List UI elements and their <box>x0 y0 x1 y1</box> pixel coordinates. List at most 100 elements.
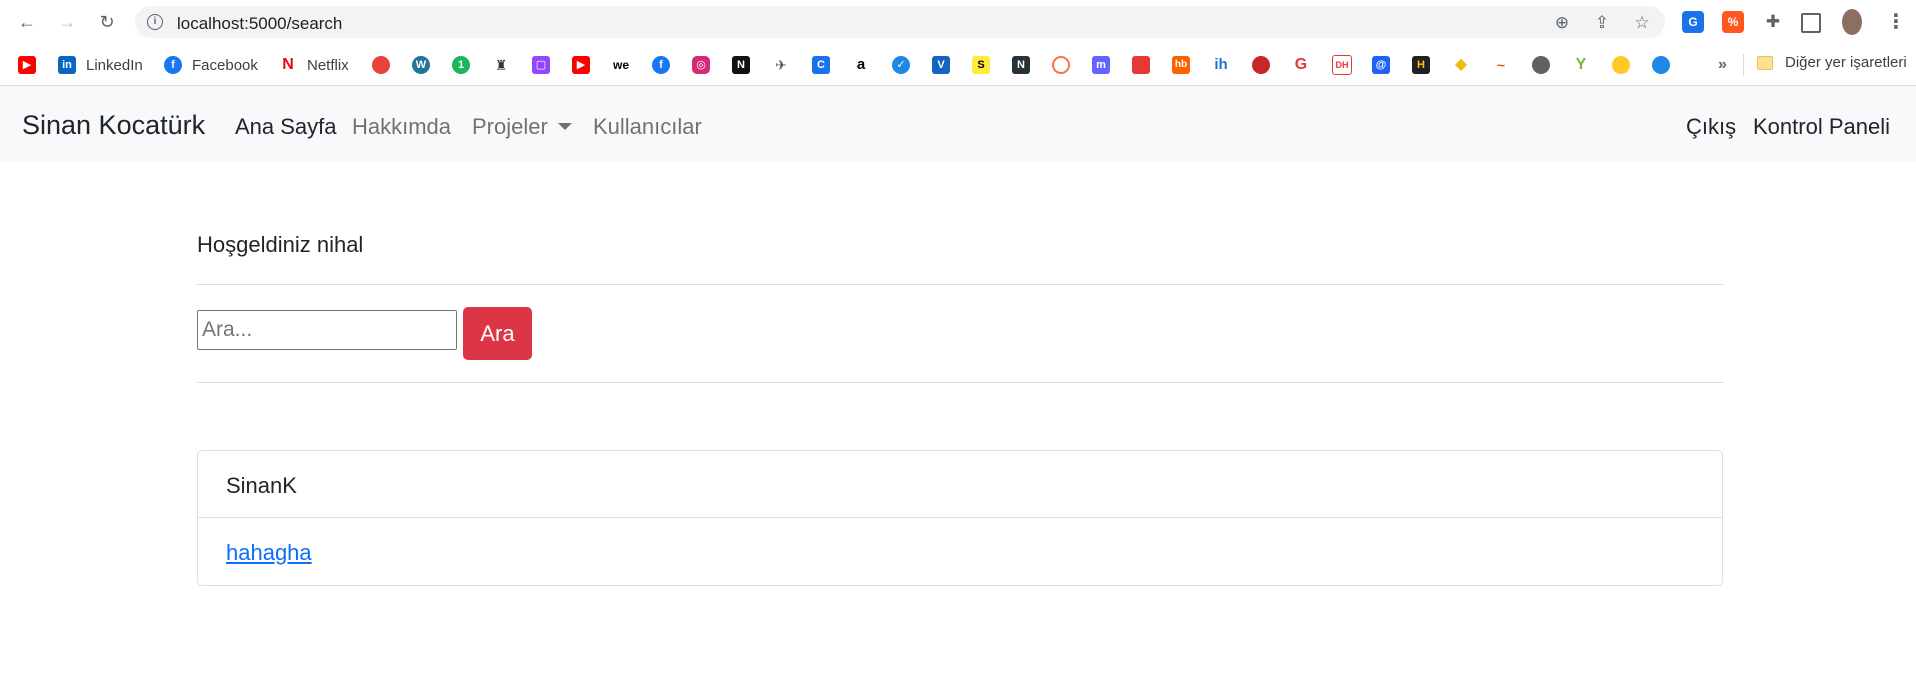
nav-projects-label: Projeler <box>472 114 548 139</box>
zoom-icon[interactable]: ⊕ <box>1551 12 1573 34</box>
notion-icon: N <box>732 56 750 74</box>
bookmark-item[interactable]: C <box>812 54 830 76</box>
amazon-icon: a <box>852 56 870 74</box>
messenger-icon: @ <box>1372 56 1390 74</box>
bookmark-netflix[interactable]: N Netflix <box>279 54 349 76</box>
bookmark-item[interactable]: 1 <box>452 54 470 76</box>
site-info-icon[interactable]: i <box>147 14 163 30</box>
c-icon: C <box>812 56 830 74</box>
bookmark-item[interactable] <box>372 54 390 76</box>
address-url[interactable]: localhost:5000/search <box>177 14 342 34</box>
folder-icon <box>1757 55 1773 70</box>
result-username: SinanK <box>226 473 297 498</box>
bookmark-item[interactable] <box>1612 54 1630 76</box>
bookmark-item[interactable]: W <box>412 54 430 76</box>
nt-icon: N <box>1012 56 1030 74</box>
extension-2-icon[interactable]: % <box>1722 11 1744 33</box>
forward-arrow-icon[interactable]: → <box>53 8 81 36</box>
castle-icon: ♜ <box>492 56 510 74</box>
divider <box>197 382 1724 383</box>
extensions-puzzle-icon[interactable]: ✚ <box>1762 11 1784 33</box>
bookmark-label: Netflix <box>307 56 349 74</box>
reload-icon[interactable]: ↻ <box>93 8 121 36</box>
share-icon[interactable]: ⇪ <box>1591 12 1613 34</box>
divider <box>197 284 1724 285</box>
binance-icon: ◆ <box>1452 56 1470 74</box>
bookmark-item[interactable]: ✈ <box>772 54 790 76</box>
bookmark-item[interactable] <box>1052 54 1070 76</box>
bookmark-item[interactable]: ▢ <box>532 54 550 76</box>
bookmark-item[interactable]: ◎ <box>692 54 710 76</box>
bookmark-item[interactable]: ✓ <box>892 54 910 76</box>
hb-icon: hb <box>1172 56 1190 74</box>
bookmark-item[interactable]: m <box>1092 54 1110 76</box>
bookmark-item[interactable]: G <box>1292 54 1310 76</box>
bookmark-item[interactable]: V <box>932 54 950 76</box>
bookmark-item[interactable]: S <box>972 54 990 76</box>
bookmark-item[interactable]: N <box>732 54 750 76</box>
search-input[interactable] <box>197 310 457 350</box>
bookmark-item[interactable] <box>1652 54 1670 76</box>
other-bookmarks-folder[interactable]: Diğer yer işaretleri <box>1757 54 1907 71</box>
nav-projects-dropdown[interactable]: Projeler <box>472 114 572 140</box>
search-button[interactable]: Ara <box>463 307 532 360</box>
address-bar[interactable]: i localhost:5000/search ⊕ ⇪ ☆ <box>135 6 1665 38</box>
bookmark-item[interactable]: ◆ <box>1452 54 1470 76</box>
welcome-message: Hoşgeldiniz nihal <box>197 232 364 257</box>
bookmark-item[interactable] <box>1252 54 1270 76</box>
shield-logo-icon: H <box>1412 56 1430 74</box>
v-icon: V <box>932 56 950 74</box>
youtube-icon: ▶ <box>18 56 36 74</box>
youtube-icon: ▶ <box>572 56 590 74</box>
bookmark-item[interactable] <box>1532 54 1550 76</box>
s-icon: S <box>972 56 990 74</box>
bookmark-facebook[interactable]: f Facebook <box>164 54 258 76</box>
nav-dashboard[interactable]: Kontrol Paneli <box>1753 114 1890 140</box>
arrow-logo-icon: ~ <box>1492 56 1510 74</box>
wordpress-icon: W <box>412 56 430 74</box>
globe-icon <box>1532 56 1550 74</box>
we-icon: we <box>612 56 630 74</box>
bookmark-item[interactable]: f <box>652 54 670 76</box>
card-header: SinanK <box>198 451 1722 518</box>
back-arrow-icon[interactable]: ← <box>13 8 41 36</box>
extension-1-icon[interactable]: G <box>1682 11 1704 33</box>
nav-about[interactable]: Hakkımda <box>352 114 451 140</box>
bookmark-item[interactable]: we <box>612 54 630 76</box>
bookmark-item[interactable]: N <box>1012 54 1030 76</box>
mastodon-icon: m <box>1092 56 1110 74</box>
browser-menu-icon[interactable]: ⋮ <box>1886 10 1906 34</box>
bookmark-item[interactable]: ih <box>1212 54 1230 76</box>
caret-down-icon <box>557 122 572 130</box>
bookmark-item[interactable]: ~ <box>1492 54 1510 76</box>
nav-users[interactable]: Kullanıcılar <box>593 114 702 140</box>
other-bookmarks-label: Diğer yer işaretleri <box>1785 54 1907 71</box>
nav-home[interactable]: Ana Sayfa <box>235 114 337 140</box>
result-card: SinanK hahagha <box>197 450 1723 586</box>
nav-logout[interactable]: Çıkış <box>1686 114 1736 140</box>
bookmark-linkedin[interactable]: in LinkedIn <box>58 54 143 76</box>
circle-icon <box>1052 56 1070 74</box>
bookmark-item[interactable]: Y <box>1572 54 1590 76</box>
bookmark-item[interactable]: ▶ <box>572 54 590 76</box>
side-panel-icon[interactable] <box>1801 13 1821 33</box>
result-link[interactable]: hahagha <box>226 540 312 566</box>
profile-avatar-icon[interactable] <box>1842 9 1862 35</box>
bookmark-item[interactable]: ♜ <box>492 54 510 76</box>
bookmark-star-icon[interactable]: ☆ <box>1631 12 1653 34</box>
bookmarks-bar: ▶ in LinkedIn f Facebook N Netflix W 1 ♜… <box>0 44 1916 86</box>
bookmarks-divider <box>1743 54 1744 76</box>
ladybug-icon <box>1252 56 1270 74</box>
bookmark-youtube[interactable]: ▶ <box>18 54 36 76</box>
bookmark-item[interactable]: a <box>852 54 870 76</box>
bookmark-item[interactable]: DH <box>1332 54 1352 76</box>
more-bookmarks-icon[interactable]: » <box>1718 56 1727 74</box>
bookmark-item[interactable]: @ <box>1372 54 1390 76</box>
yellow-circle-icon <box>1612 56 1630 74</box>
ih-icon: ih <box>1212 56 1230 74</box>
navbar-brand[interactable]: Sinan Kocatürk <box>22 110 205 141</box>
bookmark-item[interactable] <box>1132 54 1150 76</box>
blue-circle-icon <box>1652 56 1670 74</box>
bookmark-item[interactable]: H <box>1412 54 1430 76</box>
bookmark-item[interactable]: hb <box>1172 54 1190 76</box>
